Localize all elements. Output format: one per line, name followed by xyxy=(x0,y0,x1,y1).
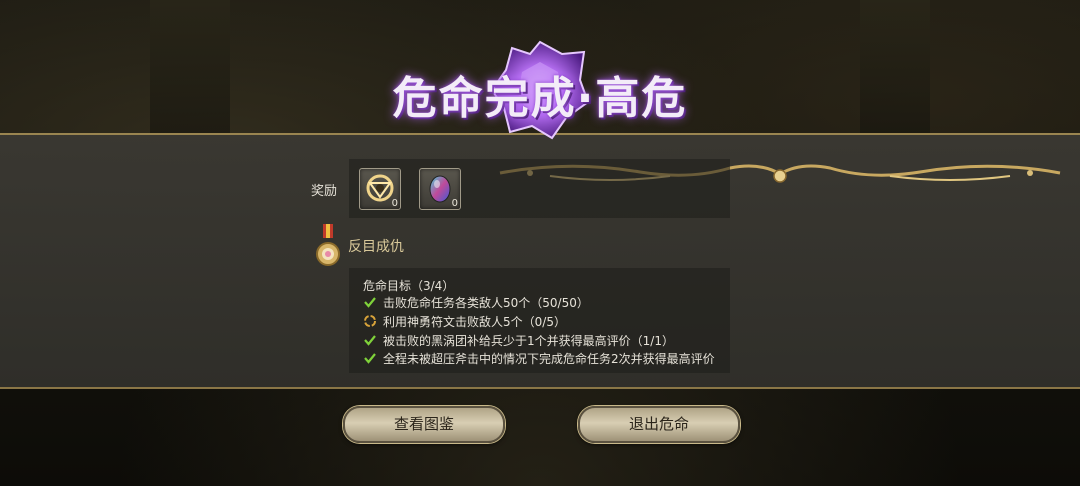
rewards-label: 奖励 xyxy=(311,184,338,199)
reward-count: 0 xyxy=(451,198,458,209)
checkmark-icon xyxy=(364,353,376,364)
background-pillar xyxy=(150,0,230,140)
checkmark-icon xyxy=(364,335,376,346)
exit-button[interactable]: 退出危命 xyxy=(578,406,740,443)
checkmark-icon xyxy=(364,297,376,308)
objectives-header: 危命目标（3/4） xyxy=(363,279,455,293)
objective-item: 击败危命任务各类敌人50个（50/50） xyxy=(363,295,589,311)
title-banner: 危命完成·高危 xyxy=(240,40,1061,183)
background-pillar xyxy=(860,0,930,140)
quest-name: 反目成仇 xyxy=(348,239,404,255)
reward-count: 0 xyxy=(391,198,398,209)
in-progress-icon xyxy=(364,315,376,327)
objective-item: 全程未被超压斧击中的情况下完成危命任务2次并获得最高评价 xyxy=(363,351,715,367)
page-title: 危命完成·高危 xyxy=(392,73,688,124)
rewards-box: 0 0 xyxy=(349,159,730,218)
reward-item[interactable]: 0 xyxy=(359,168,401,210)
objective-item: 利用神勇符文击败敌人5个（0/5） xyxy=(363,314,566,330)
objectives-box: 危命目标（3/4） 击败危命任务各类敌人50个（50/50） 利用神勇符文击败敌… xyxy=(349,268,730,373)
medal-icon xyxy=(316,224,340,266)
view-codex-button[interactable]: 查看图鉴 xyxy=(343,406,505,443)
reward-item[interactable]: 0 xyxy=(419,168,461,210)
objective-item: 被击败的黑涡团补给兵少于1个并获得最高评价（1/1） xyxy=(363,333,674,349)
